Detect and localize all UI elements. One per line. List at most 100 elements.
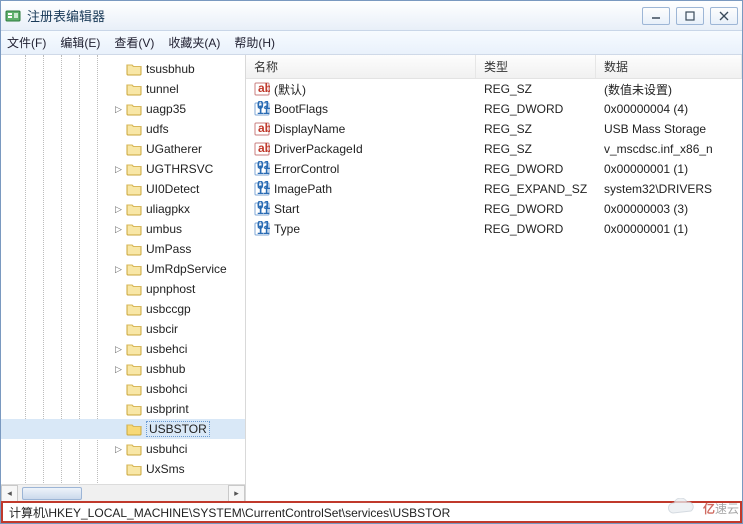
expand-icon[interactable] [113, 144, 124, 155]
tree-item[interactable]: usbohci [1, 379, 245, 399]
value-type: REG_SZ [476, 142, 596, 156]
value-type: REG_SZ [476, 82, 596, 96]
expand-icon[interactable] [113, 464, 124, 475]
value-row[interactable]: 011110ErrorControlREG_DWORD0x00000001 (1… [246, 159, 742, 179]
value-type-icon: ab [254, 141, 270, 157]
menu-file[interactable]: 文件(F) [7, 34, 46, 51]
expand-icon[interactable] [113, 64, 124, 75]
tree-item[interactable]: ▷ UGTHRSVC [1, 159, 245, 179]
value-type: REG_DWORD [476, 222, 596, 236]
scroll-right-button[interactable]: ▸ [228, 485, 245, 501]
column-name[interactable]: 名称 [246, 55, 476, 78]
value-name: DisplayName [274, 122, 345, 136]
tree-item[interactable]: usbcir [1, 319, 245, 339]
tree-item-label: usbccgp [146, 302, 191, 316]
menu-edit[interactable]: 编辑(E) [60, 34, 100, 51]
scroll-left-button[interactable]: ◂ [1, 485, 18, 501]
value-row[interactable]: 011110StartREG_DWORD0x00000003 (3) [246, 199, 742, 219]
expand-icon[interactable] [113, 324, 124, 335]
tree-item[interactable]: UmPass [1, 239, 245, 259]
tree-item-label: UGTHRSVC [146, 162, 213, 176]
column-type[interactable]: 类型 [476, 55, 596, 78]
value-type-icon: 011110 [254, 161, 270, 177]
menu-view[interactable]: 查看(V) [114, 34, 154, 51]
value-row[interactable]: abDriverPackageIdREG_SZv_mscdsc.inf_x86_… [246, 139, 742, 159]
maximize-button[interactable] [676, 7, 704, 25]
tree-item[interactable]: ▷uliagpkx [1, 199, 245, 219]
tree-item[interactable]: upnphost [1, 279, 245, 299]
expand-icon[interactable] [113, 184, 124, 195]
tree-item-label: uagp35 [146, 102, 186, 116]
tree-horizontal-scrollbar[interactable]: ◂ ▸ [1, 484, 245, 501]
tree-item[interactable]: udfs [1, 119, 245, 139]
expand-icon[interactable]: ▷ [113, 344, 124, 355]
expand-icon[interactable]: ▷ [113, 264, 124, 275]
svg-text:110: 110 [257, 183, 270, 197]
minimize-button[interactable] [642, 7, 670, 25]
tree-item[interactable]: ▷ uagp35 [1, 99, 245, 119]
expand-icon[interactable] [113, 304, 124, 315]
column-data[interactable]: 数据 [596, 55, 742, 78]
value-type-icon: 011110 [254, 181, 270, 197]
tree-item[interactable]: tsusbhub [1, 59, 245, 79]
expand-icon[interactable]: ▷ [113, 364, 124, 375]
value-row[interactable]: 011110ImagePathREG_EXPAND_SZsystem32\DRI… [246, 179, 742, 199]
tree-item-label: udfs [146, 122, 169, 136]
expand-icon[interactable] [113, 284, 124, 295]
expand-icon[interactable]: ▷ [113, 104, 124, 115]
values-list[interactable]: ab(默认)REG_SZ(数值未设置)011110BootFlagsREG_DW… [246, 79, 742, 501]
tree-item[interactable]: ▷usbuhci [1, 439, 245, 459]
tree-item[interactable]: UI0Detect [1, 179, 245, 199]
close-button[interactable] [710, 7, 738, 25]
values-pane: 名称 类型 数据 ab(默认)REG_SZ(数值未设置)011110BootFl… [246, 55, 742, 501]
folder-icon [126, 222, 142, 236]
expand-icon[interactable] [113, 84, 124, 95]
menu-favorites[interactable]: 收藏夹(A) [168, 34, 220, 51]
value-type: REG_DWORD [476, 102, 596, 116]
tree-item-label: UxSms [146, 462, 185, 476]
expand-icon[interactable] [113, 124, 124, 135]
tree-item-label: usbohci [146, 382, 187, 396]
expand-icon[interactable] [113, 404, 124, 415]
value-row[interactable]: 011110BootFlagsREG_DWORD0x00000004 (4) [246, 99, 742, 119]
tree-item[interactable]: UxSms [1, 459, 245, 479]
tree-pane[interactable]: tsusbhubtunnel ▷ uagp35 udfs UGatherer ▷ UGTHR… [1, 55, 246, 501]
tree-item[interactable]: UGatherer [1, 139, 245, 159]
tree-item[interactable]: ▷UmRdpService [1, 259, 245, 279]
tree-item[interactable]: USBSTOR [1, 419, 245, 439]
expand-icon[interactable] [113, 244, 124, 255]
tree-item-label: UmPass [146, 242, 191, 256]
expand-icon[interactable]: ▷ [113, 164, 124, 175]
folder-icon [126, 262, 142, 276]
expand-icon[interactable]: ▷ [113, 224, 124, 235]
folder-icon [126, 302, 142, 316]
tree-item[interactable]: ▷usbehci [1, 339, 245, 359]
expand-icon[interactable] [113, 384, 124, 395]
value-type-icon: ab [254, 121, 270, 137]
tree-item[interactable]: ▷umbus [1, 219, 245, 239]
statusbar: 计算机\HKEY_LOCAL_MACHINE\SYSTEM\CurrentCon… [1, 501, 742, 523]
tree-item[interactable]: usbccgp [1, 299, 245, 319]
scroll-thumb[interactable] [22, 487, 82, 500]
svg-text:ab: ab [258, 81, 270, 95]
value-data: 0x00000003 (3) [596, 202, 742, 216]
scroll-track[interactable] [18, 485, 228, 501]
tree-item[interactable]: usbprint [1, 399, 245, 419]
value-row[interactable]: ab(默认)REG_SZ(数值未设置) [246, 79, 742, 99]
folder-icon [126, 62, 142, 76]
expand-icon[interactable] [113, 424, 124, 435]
value-row[interactable]: 011110TypeREG_DWORD0x00000001 (1) [246, 219, 742, 239]
tree-item-label: USBSTOR [146, 421, 210, 437]
folder-icon [126, 142, 142, 156]
menu-help[interactable]: 帮助(H) [234, 34, 275, 51]
tree-item[interactable]: ▷usbhub [1, 359, 245, 379]
svg-text:110: 110 [257, 163, 270, 177]
expand-icon[interactable]: ▷ [113, 444, 124, 455]
menubar: 文件(F) 编辑(E) 查看(V) 收藏夹(A) 帮助(H) [1, 31, 742, 55]
svg-text:110: 110 [257, 103, 270, 117]
tree-item[interactable]: tunnel [1, 79, 245, 99]
svg-text:ab: ab [258, 121, 270, 135]
value-row[interactable]: abDisplayNameREG_SZUSB Mass Storage [246, 119, 742, 139]
expand-icon[interactable]: ▷ [113, 204, 124, 215]
titlebar[interactable]: 注册表编辑器 [1, 1, 742, 31]
